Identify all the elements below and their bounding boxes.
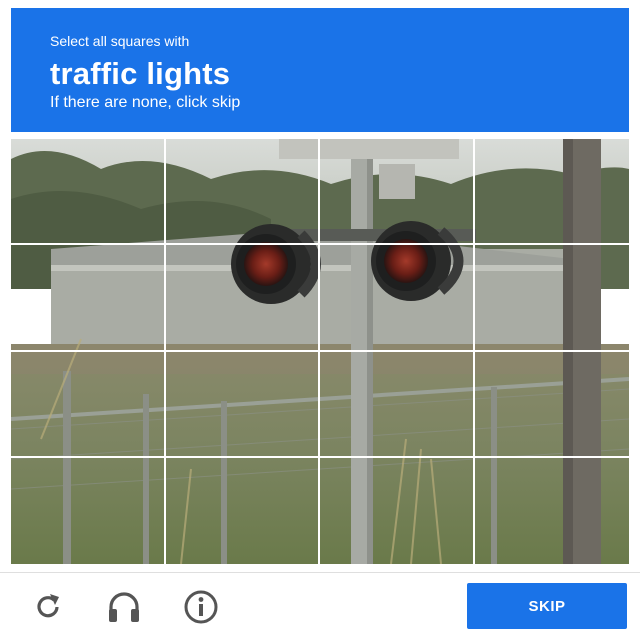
grid-tile[interactable] [474,139,629,246]
grid-tile[interactable] [474,245,629,352]
grid-tile[interactable] [11,139,166,246]
grid-tile[interactable] [165,351,320,458]
grid-tile[interactable] [320,351,475,458]
grid-tile[interactable] [165,245,320,352]
refresh-icon[interactable] [30,589,66,625]
instruction-text: Select all squares with [50,33,190,49]
grid-tile[interactable] [11,351,166,458]
grid-tile[interactable] [11,245,166,352]
hint-text: If there are none, click skip [50,94,241,111]
grid-tile[interactable] [320,457,475,564]
footer-divider [0,572,640,573]
image-grid [11,139,629,564]
grid-tile[interactable] [320,139,475,246]
skip-button[interactable]: SKIP [467,583,627,629]
target-object-text: traffic lights [50,56,231,91]
grid-tile[interactable] [11,457,166,564]
grid-tile[interactable] [165,139,320,246]
grid-tile[interactable] [475,458,630,564]
challenge-header: Select all squares with traffic lights I… [11,8,629,132]
grid-tile[interactable] [166,457,320,564]
grid-tile[interactable] [474,352,629,458]
headphones-icon[interactable] [106,589,142,625]
info-icon[interactable] [183,589,219,625]
grid-tile[interactable] [320,245,475,352]
